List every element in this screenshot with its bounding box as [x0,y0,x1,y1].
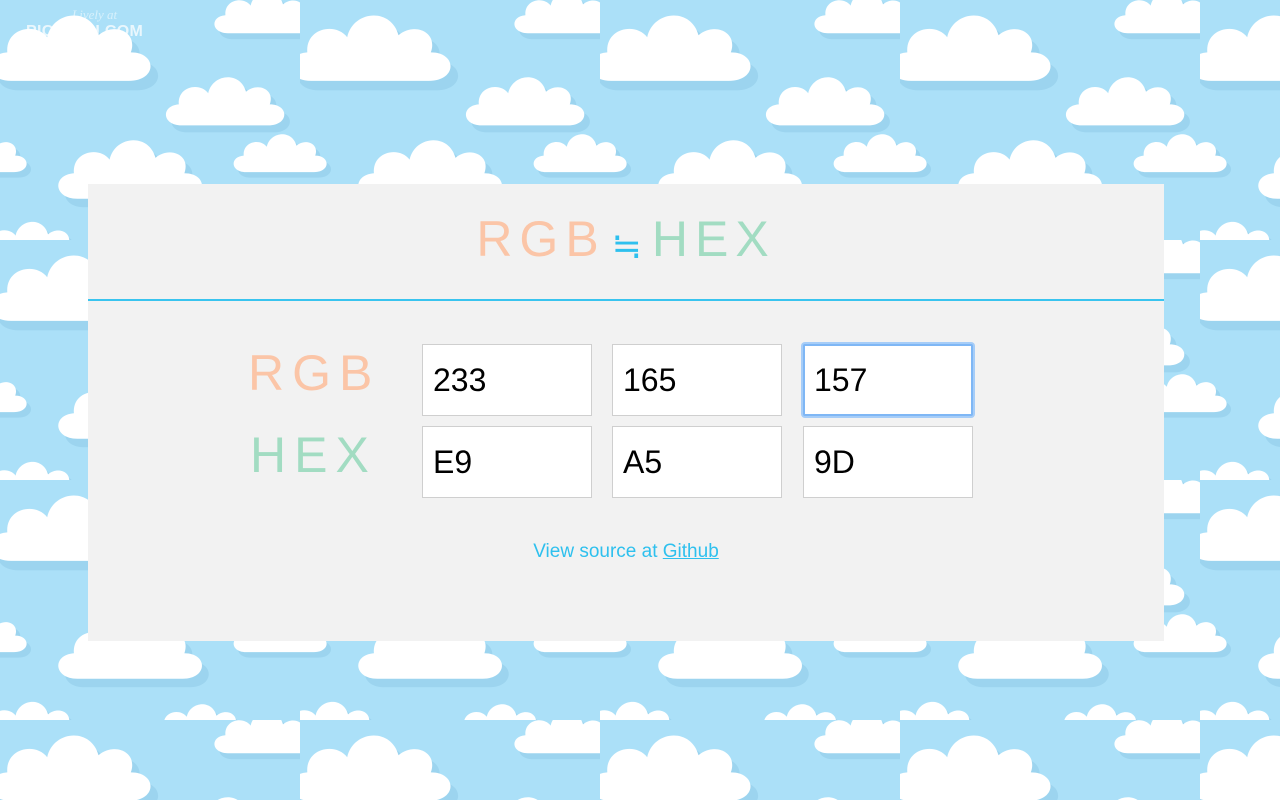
hex-row-label: HEX [250,427,377,483]
rgb-blue-input[interactable] [803,344,973,416]
github-link[interactable]: Github [663,541,719,562]
approx-equal-icon: ≒ [611,226,642,267]
rgb-red-input[interactable] [422,344,592,416]
page-title: RGB ≒ HEX [88,214,1164,272]
title-hex: HEX [651,211,776,267]
panel-header: RGB ≒ HEX [88,184,1164,301]
rgb-green-input[interactable] [612,344,782,416]
hex-red-input[interactable] [422,426,592,498]
footer: View source at Github [88,541,1164,563]
converter-panel: RGB≒HEX RGB HEX View source at Github [88,184,1164,641]
rgb-row-label: RGB [248,345,381,401]
watermark: Lively at PICBASH.COM [26,8,143,40]
hex-green-input[interactable] [612,426,782,498]
hex-blue-input[interactable] [803,426,973,498]
watermark-top: Lively at [72,7,118,22]
watermark-bottom: PICBASH.COM [26,23,144,40]
title-rgb: RGB [476,211,606,267]
page: Lively at PICBASH.COM RGB≒HEX RGB HEX Vi… [0,0,1280,800]
footer-text: View source at [533,541,663,562]
